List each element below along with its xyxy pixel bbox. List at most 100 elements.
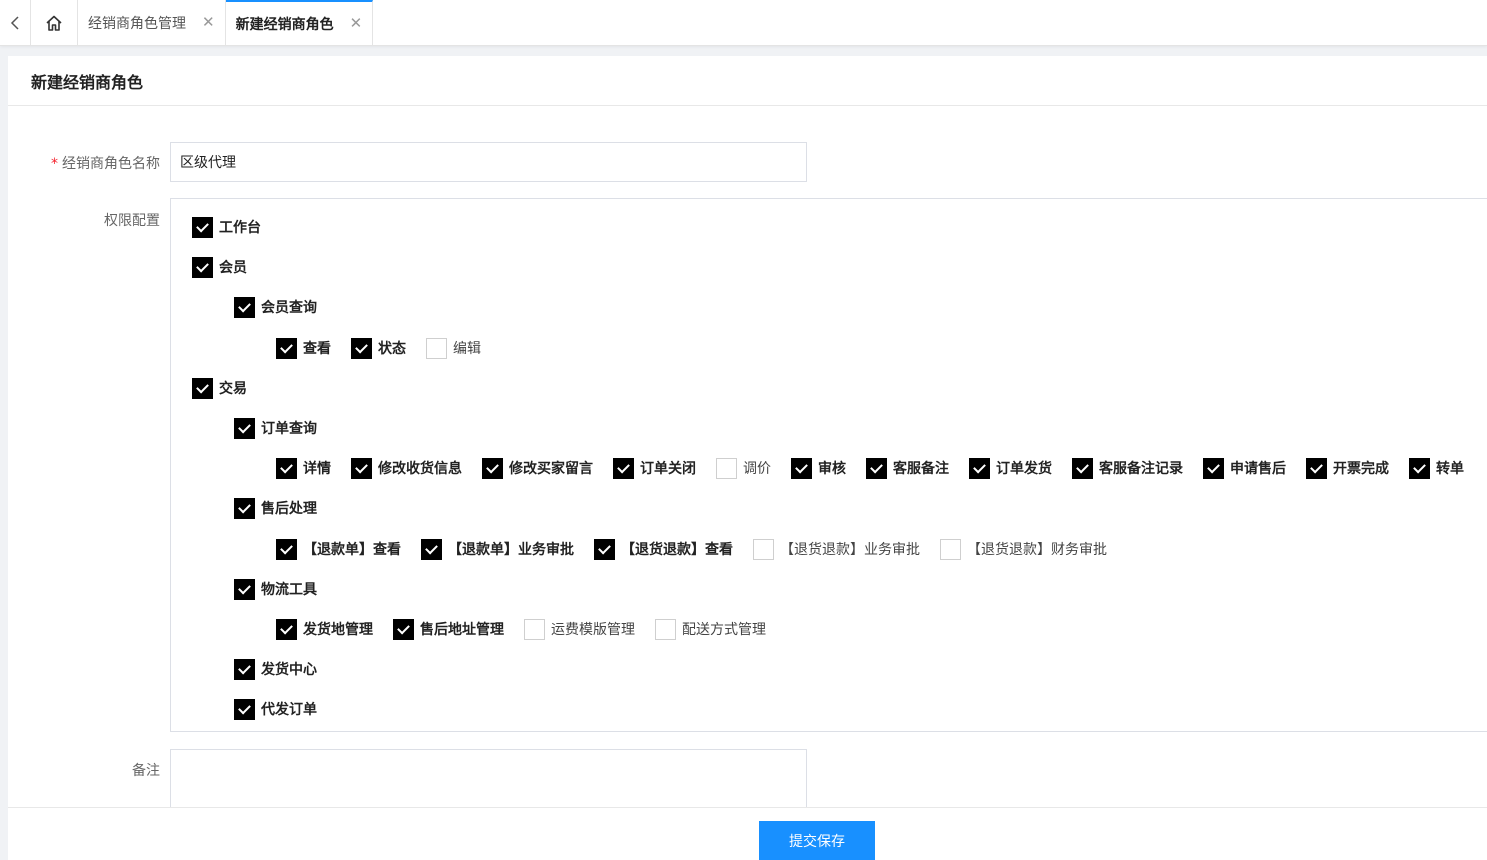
permission-checkbox-item[interactable]: 交易	[192, 377, 247, 399]
permission-label-text: 订单关闭	[640, 461, 696, 477]
permission-checkbox-item[interactable]: 会员	[192, 256, 247, 278]
role-name-value: 区级代理	[180, 155, 236, 171]
checkbox-checked[interactable]	[1409, 457, 1430, 479]
checkbox-unchecked[interactable]	[655, 618, 676, 640]
checkbox-checked[interactable]	[791, 457, 812, 479]
permission-checkbox-item[interactable]: 运费模版管理	[524, 618, 635, 640]
tab-dealer-role-management[interactable]: 经销商角色管理 ✕	[78, 0, 226, 45]
checkbox-checked[interactable]	[351, 337, 372, 359]
permission-label-text: 客服备注记录	[1099, 461, 1183, 477]
permission-checkbox-item[interactable]: 工作台	[192, 216, 261, 238]
permission-checkbox-item[interactable]: 配送方式管理	[655, 618, 766, 640]
role-name-label: * 经销商角色名称	[8, 153, 160, 173]
permission-checkbox-item[interactable]: 发货中心	[234, 658, 317, 680]
permission-checkbox-item[interactable]: 发货地管理	[276, 618, 373, 640]
checkbox-checked[interactable]	[969, 457, 990, 479]
permission-row: 查看 状态 编辑	[276, 337, 501, 359]
permission-checkbox-item[interactable]: 客服备注记录	[1072, 457, 1183, 479]
checkbox-checked[interactable]	[192, 377, 213, 399]
checkbox-checked[interactable]	[594, 538, 615, 560]
checkbox-checked[interactable]	[234, 296, 255, 318]
remark-label: 备注	[132, 763, 160, 779]
checkbox-checked[interactable]	[234, 497, 255, 519]
permission-row: 发货中心	[234, 658, 337, 680]
permission-label-text: 售后处理	[261, 501, 317, 517]
checkbox-checked[interactable]	[393, 618, 414, 640]
checkbox-checked[interactable]	[234, 417, 255, 439]
checkbox-checked[interactable]	[613, 457, 634, 479]
permission-checkbox-item[interactable]: 订单关闭	[613, 457, 696, 479]
checkbox-checked[interactable]	[192, 256, 213, 278]
checkbox-checked[interactable]	[192, 216, 213, 238]
permission-label-text: 订单查询	[261, 421, 317, 437]
permission-checkbox-item[interactable]: 客服备注	[866, 457, 949, 479]
checkbox-checked[interactable]	[276, 618, 297, 640]
permission-label-text: 【退款单】业务审批	[448, 542, 574, 558]
permission-checkbox-item[interactable]: 订单查询	[234, 417, 317, 439]
checkbox-checked[interactable]	[234, 578, 255, 600]
checkbox-unchecked[interactable]	[753, 538, 774, 560]
permission-label-text: 【退货退款】财务审批	[967, 542, 1107, 558]
remark-textarea[interactable]	[170, 749, 807, 807]
checkbox-unchecked[interactable]	[940, 538, 961, 560]
permission-checkbox-item[interactable]: 审核	[791, 457, 846, 479]
permission-checkbox-item[interactable]: 【退货退款】查看	[594, 538, 733, 560]
permission-checkbox-item[interactable]: 售后处理	[234, 497, 317, 519]
permission-checkbox-item[interactable]: 【退货退款】业务审批	[753, 538, 920, 560]
checkbox-checked[interactable]	[234, 698, 255, 720]
permission-label-text: 配送方式管理	[682, 622, 766, 638]
permission-label-text: 【退款单】查看	[303, 542, 401, 558]
checkbox-checked[interactable]	[351, 457, 372, 479]
permission-label-text: 客服备注	[893, 461, 949, 477]
permission-row: 代发订单	[234, 698, 337, 720]
permission-label-text: 工作台	[219, 220, 261, 236]
permission-checkbox-item[interactable]: 物流工具	[234, 578, 317, 600]
submit-save-button[interactable]: 提交保存	[759, 821, 875, 860]
checkbox-checked[interactable]	[234, 658, 255, 680]
checkbox-unchecked[interactable]	[524, 618, 545, 640]
checkbox-checked[interactable]	[1072, 457, 1093, 479]
checkbox-checked[interactable]	[276, 457, 297, 479]
required-mark: *	[51, 156, 58, 172]
permission-checkbox-item[interactable]: 修改收货信息	[351, 457, 462, 479]
permission-checkbox-item[interactable]: 开票完成	[1306, 457, 1389, 479]
checkbox-checked[interactable]	[276, 337, 297, 359]
permission-checkbox-item[interactable]: 申请售后	[1203, 457, 1286, 479]
permission-checkbox-item[interactable]: 【退款单】业务审批	[421, 538, 574, 560]
checkbox-checked[interactable]	[1306, 457, 1327, 479]
permission-label-text: 代发订单	[261, 702, 317, 718]
checkbox-unchecked[interactable]	[426, 337, 447, 359]
permission-checkbox-item[interactable]: 状态	[351, 337, 406, 359]
tab-label: 新建经销商角色	[235, 16, 334, 33]
permission-checkbox-item[interactable]: 会员查询	[234, 296, 317, 318]
home-tab[interactable]	[31, 0, 78, 45]
checkbox-checked[interactable]	[1203, 457, 1224, 479]
permission-checkbox-item[interactable]: 调价	[716, 457, 771, 479]
tab-new-dealer-role[interactable]: 新建经销商角色 ✕	[225, 0, 374, 45]
checkbox-unchecked[interactable]	[716, 457, 737, 479]
permission-checkbox-item[interactable]: 代发订单	[234, 698, 317, 720]
permission-label-text: 发货中心	[261, 662, 317, 678]
checkbox-checked[interactable]	[421, 538, 442, 560]
permission-row: 详情 修改收货信息 修改买家留言 订单关闭 调价 审核 客服备注 订单发货 客服备注记录 申请售后…	[276, 457, 1484, 479]
role-name-input[interactable]: 区级代理	[170, 142, 807, 182]
page-title: 新建经销商角色	[8, 56, 1487, 106]
permission-checkbox-item[interactable]: 修改买家留言	[482, 457, 593, 479]
close-icon[interactable]: ✕	[202, 15, 215, 30]
permission-checkbox-item[interactable]: 详情	[276, 457, 331, 479]
checkbox-checked[interactable]	[866, 457, 887, 479]
back-button[interactable]	[0, 0, 31, 45]
permission-checkbox-item[interactable]: 订单发货	[969, 457, 1052, 479]
permission-label-text: 转单	[1436, 461, 1464, 477]
permission-label-text: 详情	[303, 461, 331, 477]
form-footer: 提交保存	[8, 807, 1487, 860]
permission-checkbox-item[interactable]: 售后地址管理	[393, 618, 504, 640]
permission-checkbox-item[interactable]: 【退货退款】财务审批	[940, 538, 1107, 560]
permission-checkbox-item[interactable]: 转单	[1409, 457, 1464, 479]
permission-checkbox-item[interactable]: 编辑	[426, 337, 481, 359]
checkbox-checked[interactable]	[482, 457, 503, 479]
permission-checkbox-item[interactable]: 查看	[276, 337, 331, 359]
close-icon[interactable]: ✕	[350, 16, 363, 31]
checkbox-checked[interactable]	[276, 538, 297, 560]
permission-checkbox-item[interactable]: 【退款单】查看	[276, 538, 401, 560]
